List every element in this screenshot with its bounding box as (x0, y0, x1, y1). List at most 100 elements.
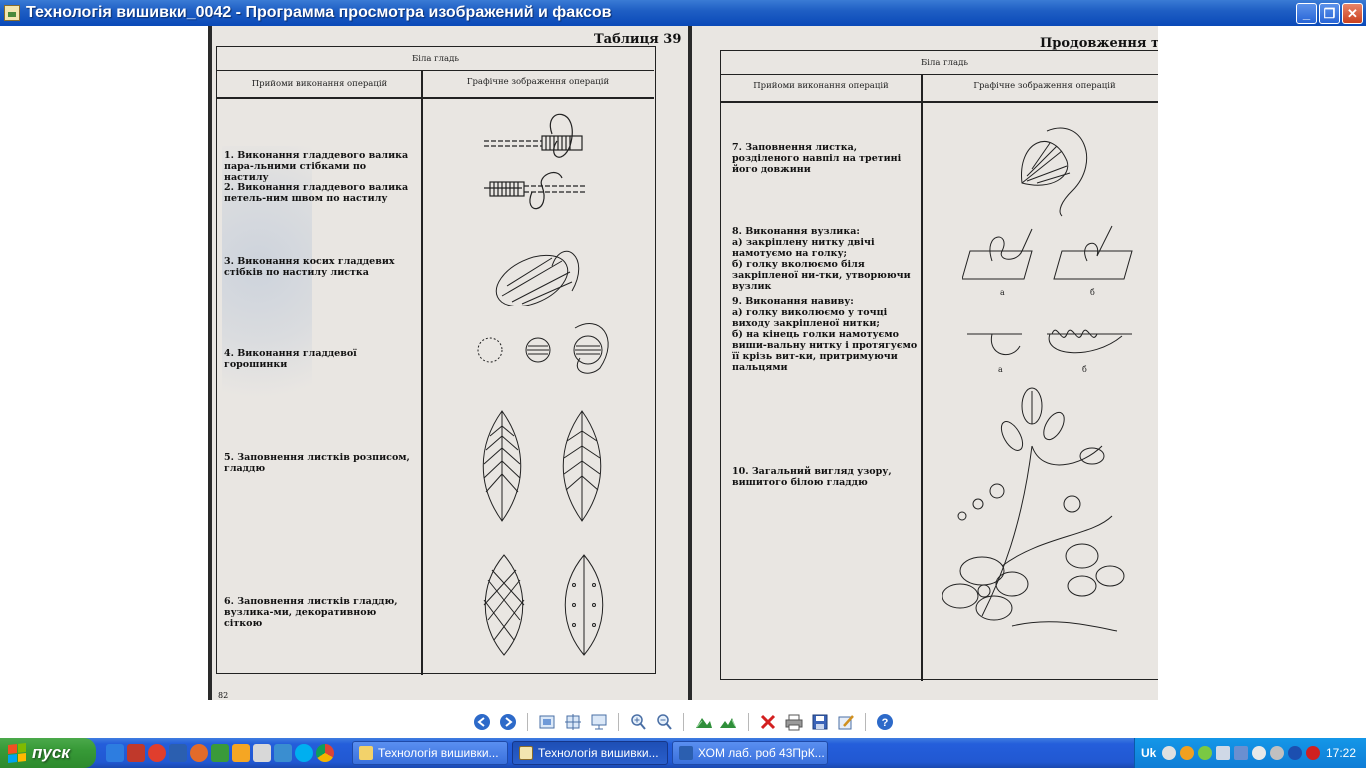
arrow-right-icon (499, 714, 516, 730)
edit-icon (838, 715, 854, 730)
antivirus-icon[interactable] (1198, 746, 1213, 760)
operation-5: 5. Заповнення листків розписом, гладдю (224, 452, 410, 474)
window-title-bar[interactable]: Технологія вишивки_0042 - Программа прос… (0, 0, 1366, 26)
header-divider (217, 97, 654, 99)
best-fit-button[interactable] (537, 712, 557, 732)
zoom-in-button[interactable] (628, 712, 648, 732)
svg-text:?: ? (881, 717, 888, 729)
image-viewer-icon (519, 746, 533, 760)
table-label-continued: Продовження табл. 39 (1040, 36, 1158, 51)
media-icon[interactable] (127, 744, 145, 762)
col2-header: Графічне зображення операцій (466, 77, 610, 87)
operation-2: 2. Виконання гладдевого валика петель-ни… (224, 182, 409, 204)
toolbar-separator (747, 713, 749, 731)
operation-3: 3. Виконання косих гладдевих стібків по … (224, 256, 395, 278)
network-tray-icon[interactable] (1216, 746, 1231, 760)
table-header-top: Біла гладь (721, 51, 1158, 75)
minimize-button[interactable]: _ (1296, 3, 1317, 24)
network-icon[interactable] (274, 744, 292, 762)
operation-1: 1. Виконання гладдевого валика пара-льни… (224, 150, 409, 183)
image-viewport[interactable]: Таблиця 39 Біла гладь Прийоми виконання … (0, 26, 1366, 706)
page-number: 82 (218, 691, 229, 700)
tray-misc-icon[interactable] (1270, 746, 1285, 760)
task-label: ХОМ лаб. роб 43ПрК... (698, 746, 825, 760)
security-icon[interactable] (1306, 746, 1321, 760)
column-divider (921, 75, 923, 681)
slideshow-button[interactable] (589, 712, 609, 732)
table-header-row: Прийоми виконання операцій Графічне зобр… (217, 71, 654, 97)
calculator-icon[interactable] (253, 744, 271, 762)
help-button[interactable]: ? (875, 712, 895, 732)
operation-6: 6. Заповнення листків гладдю, вузлика-ми… (224, 596, 398, 629)
chrome-icon[interactable] (316, 744, 334, 762)
language-indicator[interactable]: Uk (1141, 746, 1156, 760)
save-button[interactable] (810, 712, 830, 732)
best-fit-icon (539, 715, 554, 729)
task-image-viewer-2[interactable]: Технологія вишивки... (512, 741, 668, 765)
column-divider (421, 71, 423, 675)
col2-header: Графічне зображення операцій (973, 81, 1116, 91)
browser-icon[interactable] (190, 744, 208, 762)
save-icon (812, 714, 827, 730)
rotate-cw-button[interactable] (693, 712, 713, 732)
fig-label-a1: а (1000, 288, 1005, 297)
rotate-ccw-button[interactable] (719, 712, 739, 732)
taskbar: пуск Технологія вишивки... Технологія ви… (0, 738, 1366, 768)
rotate-counterclockwise-icon (719, 718, 736, 728)
media-player-icon[interactable] (232, 744, 250, 762)
operation-8: 8. Виконання вузлика: а) закріплену нитк… (732, 226, 911, 292)
clock[interactable]: 17:22 (1326, 746, 1356, 760)
toolbar-separator (617, 713, 619, 731)
zoom-out-icon (656, 714, 672, 730)
display-tray-icon[interactable] (1234, 746, 1249, 760)
task-word-document[interactable]: ХОМ лаб. роб 43ПрК... (672, 741, 828, 765)
left-page: Таблиця 39 Біла гладь Прийоми виконання … (212, 26, 688, 700)
right-page: Продовження табл. 39 Біла гладь Прийоми … (692, 26, 1158, 700)
edit-button[interactable] (836, 712, 856, 732)
start-button[interactable]: пуск (0, 738, 96, 768)
prev-image-button[interactable] (472, 712, 492, 732)
tray-arrow-icon[interactable] (1162, 746, 1177, 760)
task-label: Технологія вишивки... (378, 746, 499, 760)
fig-label-b2: б (1082, 365, 1087, 374)
start-label: пуск (32, 743, 70, 762)
actual-size-icon (564, 714, 581, 730)
table-label: Таблиця 39 (594, 32, 682, 47)
skype-icon[interactable] (295, 744, 313, 762)
painted-leaves-illustration (482, 410, 602, 522)
print-icon (785, 714, 802, 731)
zoom-out-button[interactable] (654, 712, 674, 732)
desktop-icon[interactable] (211, 744, 229, 762)
volume-icon[interactable] (1252, 746, 1267, 760)
internet-explorer-icon[interactable] (106, 744, 124, 762)
taskbar-tasks: Технологія вишивки... Технологія вишивки… (352, 741, 828, 765)
operation-7: 7. Заповнення листка, розділеного навпіл… (732, 142, 902, 175)
toolbar-separator (526, 713, 528, 731)
operation-9: 9. Виконання навиву: а) голку виколюємо … (732, 296, 918, 373)
bluetooth-icon[interactable] (1288, 746, 1303, 760)
help-icon: ? (876, 714, 893, 730)
task-image-viewer-1[interactable]: Технологія вишивки... (352, 741, 508, 765)
zoom-in-icon (630, 714, 646, 730)
tray-app-icon[interactable] (1180, 746, 1195, 760)
quick-launch (106, 744, 334, 762)
print-button[interactable] (784, 712, 804, 732)
actual-size-button[interactable] (563, 712, 583, 732)
fig-label-a2: а (998, 365, 1003, 374)
col1-header: Прийоми виконання операцій (251, 79, 388, 89)
knot-illustration: а б (962, 225, 1133, 297)
delete-icon (760, 714, 775, 730)
close-button[interactable]: ✕ (1342, 3, 1363, 24)
opera-icon[interactable] (148, 744, 166, 762)
toolbar-separator (682, 713, 684, 731)
windows-logo-icon (8, 743, 26, 763)
word-icon[interactable] (169, 744, 187, 762)
slideshow-icon (591, 714, 606, 730)
next-image-button[interactable] (498, 712, 518, 732)
system-tray: Uk 17:22 (1134, 738, 1366, 768)
delete-button[interactable] (758, 712, 778, 732)
oblique-leaf-illustration (495, 250, 580, 306)
restore-button[interactable]: ❐ (1319, 3, 1340, 24)
window-controls: _ ❐ ✕ (1296, 3, 1363, 24)
white-satin-flower-illustration (942, 387, 1125, 632)
